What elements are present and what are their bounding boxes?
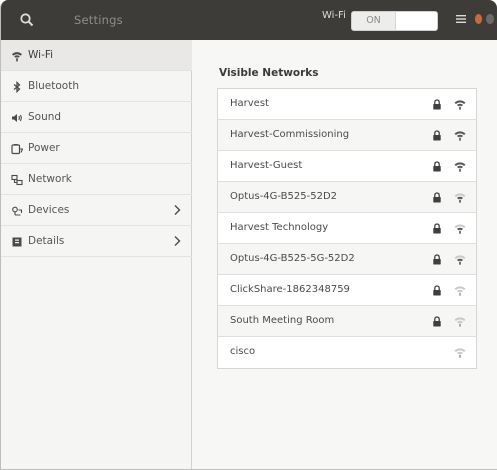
- network-row[interactable]: Harvest-Commissioning: [218, 120, 476, 151]
- sidebar-item-details[interactable]: Details: [1, 226, 192, 257]
- wifi-switch[interactable]: ON: [351, 11, 438, 31]
- sidebar-item-power[interactable]: Power: [1, 133, 192, 164]
- sidebar-item-label: Bluetooth: [28, 80, 79, 92]
- sidebar-item-network[interactable]: Network: [1, 164, 192, 195]
- settings-window: Settings Wi-Fi ON Wi-Fi Bluetooth Sound …: [0, 0, 497, 470]
- network-list: Harvest Harvest-Commissioning Harvest-Gu…: [217, 88, 477, 369]
- sidebar-item-label: Power: [28, 142, 60, 154]
- speaker-icon: [12, 114, 22, 122]
- sidebar-item-label: Wi-Fi: [28, 49, 54, 61]
- wifi-panel: Visible Networks Harvest Harvest-Commiss…: [193, 40, 497, 469]
- network-name: Harvest-Commissioning: [230, 129, 350, 140]
- sidebar-item-bluetooth[interactable]: Bluetooth: [1, 71, 192, 102]
- chevron-right-icon: [174, 236, 181, 246]
- network-row[interactable]: Harvest-Guest: [218, 151, 476, 182]
- wifi-toggle-label: Wi-Fi: [322, 10, 346, 21]
- network-row[interactable]: Harvest Technology: [218, 213, 476, 244]
- wifi-signal-icon: [454, 193, 466, 203]
- section-title: Visible Networks: [219, 67, 319, 79]
- lock-icon: [433, 192, 441, 203]
- wifi-signal-icon: [454, 100, 466, 110]
- battery-icon: [11, 144, 23, 155]
- window-title: Settings: [74, 13, 123, 27]
- wifi-signal-icon: [454, 162, 466, 172]
- sidebar-item-wifi[interactable]: Wi-Fi: [1, 40, 192, 71]
- network-name: Harvest Technology: [230, 222, 329, 233]
- wifi-signal-icon: [454, 286, 466, 296]
- sidebar-item-label: Sound: [28, 111, 62, 123]
- sidebar: Wi-Fi Bluetooth Sound Power Network Devi…: [1, 40, 192, 469]
- network-name: ClickShare-1862348759: [230, 284, 350, 295]
- hamburger-menu-icon[interactable]: [455, 13, 467, 25]
- wifi-signal-icon: [454, 255, 466, 265]
- network-row[interactable]: cisco: [218, 337, 476, 368]
- header-bar: Settings Wi-Fi ON: [1, 0, 497, 40]
- network-name: cisco: [230, 346, 256, 357]
- network-row[interactable]: Optus-4G-B525-52D2: [218, 182, 476, 213]
- network-name: Optus-4G-B525-5G-52D2: [230, 253, 355, 264]
- sidebar-item-label: Details: [28, 235, 65, 247]
- lock-icon: [433, 316, 441, 327]
- lock-icon: [433, 285, 441, 296]
- lock-icon: [433, 254, 441, 265]
- window-controls: [475, 14, 497, 25]
- wifi-switch-state: ON: [352, 12, 396, 30]
- sidebar-item-label: Devices: [28, 204, 70, 216]
- lock-icon: [433, 99, 441, 110]
- bluetooth-icon: [13, 81, 21, 93]
- wifi-signal-icon: [454, 131, 466, 141]
- lock-icon: [433, 161, 441, 172]
- sidebar-item-sound[interactable]: Sound: [1, 102, 192, 133]
- sidebar-item-label: Network: [28, 173, 72, 185]
- network-row[interactable]: ClickShare-1862348759: [218, 275, 476, 306]
- network-name: Optus-4G-B525-52D2: [230, 191, 338, 202]
- close-window-icon[interactable]: [475, 14, 483, 24]
- wifi-signal-icon: [454, 224, 466, 234]
- sidebar-item-devices[interactable]: Devices: [1, 195, 192, 226]
- network-icon: [11, 174, 23, 186]
- info-icon: [12, 237, 22, 247]
- minimize-window-icon[interactable]: [486, 14, 494, 24]
- network-name: Harvest: [230, 98, 269, 109]
- chevron-right-icon: [174, 205, 181, 215]
- wifi-signal-icon: [454, 348, 466, 358]
- wifi-signal-icon: [454, 317, 466, 327]
- search-icon[interactable]: [19, 12, 35, 28]
- network-row[interactable]: Optus-4G-B525-5G-52D2: [218, 244, 476, 275]
- network-row[interactable]: Harvest: [218, 89, 476, 120]
- network-name: South Meeting Room: [230, 315, 335, 326]
- lock-icon: [433, 130, 441, 141]
- network-row[interactable]: South Meeting Room: [218, 306, 476, 337]
- network-name: Harvest-Guest: [230, 160, 303, 171]
- lock-icon: [433, 223, 441, 234]
- wifi-icon: [12, 52, 22, 62]
- devices-icon: [12, 206, 23, 216]
